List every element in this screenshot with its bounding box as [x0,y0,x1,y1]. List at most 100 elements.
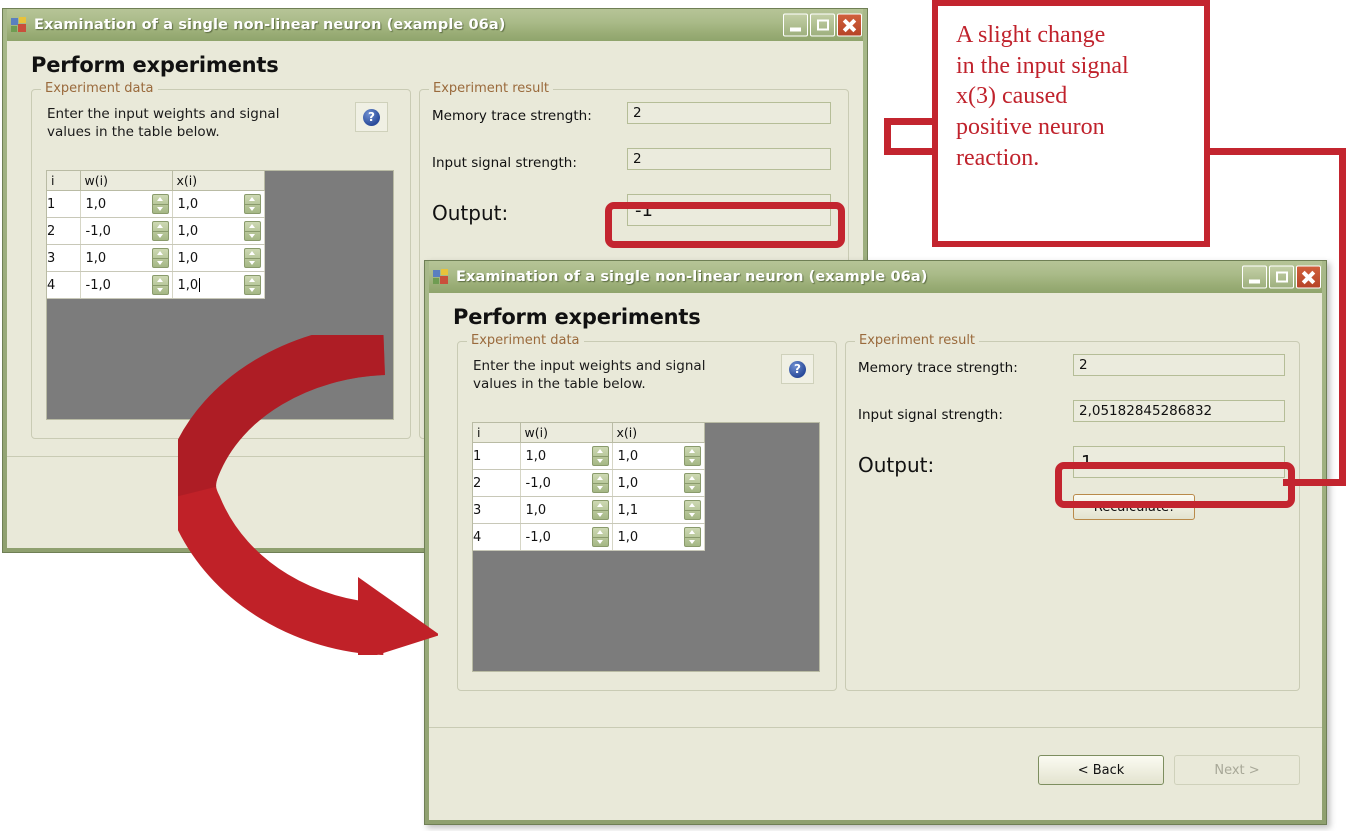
x-spinner[interactable] [683,473,701,493]
memory-trace-label: Memory trace strength: [432,108,592,124]
col-i: i [47,171,81,191]
experiment-data-group: Experiment data Enter the input weights … [31,81,411,439]
w-cell[interactable]: -1,0 [520,523,613,551]
window-2-controls [1242,265,1321,289]
table-row[interactable]: 3 1,0 1,1 [473,496,705,524]
experiment-result-group-2: Experiment result Memory trace strength:… [845,333,1300,691]
memory-trace-field[interactable]: 2 [627,102,831,124]
help-button[interactable]: ? [781,354,814,384]
table-row[interactable]: 1 1,0 1,0 [473,442,705,470]
input-signal-label: Input signal strength: [858,407,1003,423]
w-spinner[interactable] [151,221,169,241]
w-cell[interactable]: 1,0 [520,442,613,470]
w-cell[interactable]: 1,0 [80,190,173,218]
annotation-line-2: in the input signal [956,52,1129,79]
w-spinner[interactable] [591,473,609,493]
table-row[interactable]: 4 -1,0 1,0 [473,523,705,551]
x-spinner[interactable] [683,500,701,520]
x-cell[interactable]: 1,0 [172,190,265,218]
col-i: i [473,423,521,443]
col-x: x(i) [612,423,705,443]
x-value: 1,0 [617,448,639,464]
back-button[interactable]: < Back [1038,755,1164,785]
connector-right-horizontal [1206,148,1346,155]
w-value: -1,0 [525,475,551,491]
annotation-line-5: reaction. [956,144,1040,171]
x-cell[interactable]: 1,0 [612,442,705,470]
footer-divider [429,727,1322,728]
w-cell[interactable]: -1,0 [80,271,173,299]
x-value: 1,0 [177,223,199,239]
window-2[interactable]: Examination of a single non-linear neuro… [424,260,1327,825]
memory-trace-field[interactable]: 2 [1073,354,1285,376]
window-1-titlebar[interactable]: Examination of a single non-linear neuro… [3,9,867,41]
x-value: 1,0 [177,196,199,212]
w-spinner[interactable] [591,446,609,466]
maximize-button[interactable] [1269,265,1294,289]
x-cell-changed[interactable]: 1,1 [612,496,705,524]
recalculate-button[interactable]: Recalculate! [1073,494,1195,520]
next-button: Next > [1174,755,1300,785]
x-spinner[interactable] [243,275,261,295]
x-spinner[interactable] [243,248,261,268]
output-label: Output: [432,201,509,225]
weights-grid-1[interactable]: i w(i) x(i) 1 1,0 1,0 2 -1,0 1,0 3 1,0 1… [46,170,394,420]
w-spinner[interactable] [151,275,169,295]
question-mark-icon: ? [363,108,380,126]
minimize-button[interactable] [783,13,808,37]
output-field-2[interactable]: 1 [1073,446,1285,478]
table-row[interactable]: 2 -1,0 1,0 [473,469,705,497]
help-button[interactable]: ? [355,102,388,132]
connector-left-horizontal [884,148,938,155]
row-index: 4 [473,523,521,551]
x-cell-active[interactable]: 1,0 [172,271,265,299]
input-signal-field[interactable]: 2,05182845286832 [1073,400,1285,422]
window-2-titlebar[interactable]: Examination of a single non-linear neuro… [425,261,1326,293]
col-w: w(i) [520,423,613,443]
annotation-line-1: A slight change [956,22,1106,48]
w-spinner[interactable] [151,248,169,268]
table-row[interactable]: 3 1,0 1,0 [47,244,265,272]
x-cell[interactable]: 1,0 [612,469,705,497]
output-field-1[interactable]: -1 [627,194,831,226]
table-header-row: i w(i) x(i) [47,171,265,191]
minimize-button[interactable] [1242,265,1267,289]
w-value: -1,0 [85,277,111,293]
x-spinner[interactable] [683,446,701,466]
annotation-line-4: positive neuron [956,114,1105,141]
table-header-row: i w(i) x(i) [473,423,705,443]
close-button[interactable] [1296,265,1321,289]
w-spinner[interactable] [151,194,169,214]
window-2-body: Perform experiments Experiment data Ente… [429,293,1322,820]
x-spinner[interactable] [243,221,261,241]
x-spinner[interactable] [243,194,261,214]
weights-grid-2[interactable]: i w(i) x(i) 1 1,0 1,0 2 -1,0 1,0 3 1,0 1… [472,422,820,672]
weights-table-2[interactable]: i w(i) x(i) 1 1,0 1,0 2 -1,0 1,0 3 1,0 1… [473,423,705,551]
maximize-button[interactable] [810,13,835,37]
x-cell[interactable]: 1,0 [172,244,265,272]
x-cell[interactable]: 1,0 [612,523,705,551]
x-spinner[interactable] [683,527,701,547]
row-index: 2 [47,217,81,245]
x-value: 1,0 [617,475,639,491]
annotation-callout: A slight change in the input signal x(3)… [932,0,1210,247]
w-spinner[interactable] [591,527,609,547]
w-cell[interactable]: -1,0 [520,469,613,497]
x-value: 1,0 [617,529,639,545]
table-row[interactable]: 1 1,0 1,0 [47,190,265,218]
input-signal-field[interactable]: 2 [627,148,831,170]
close-button[interactable] [837,13,862,37]
page-title: Perform experiments [453,305,701,329]
connector-right-vertical [1339,148,1346,486]
w-value: -1,0 [525,529,551,545]
w-value: 1,0 [85,196,107,212]
table-row[interactable]: 2 -1,0 1,0 [47,217,265,245]
weights-table-1[interactable]: i w(i) x(i) 1 1,0 1,0 2 -1,0 1,0 3 1,0 1… [47,171,265,299]
w-spinner[interactable] [591,500,609,520]
w-cell[interactable]: -1,0 [80,217,173,245]
x-cell[interactable]: 1,0 [172,217,265,245]
w-cell[interactable]: 1,0 [520,496,613,524]
w-cell[interactable]: 1,0 [80,244,173,272]
text-caret [199,278,201,292]
table-row[interactable]: 4 -1,0 1,0 [47,271,265,299]
